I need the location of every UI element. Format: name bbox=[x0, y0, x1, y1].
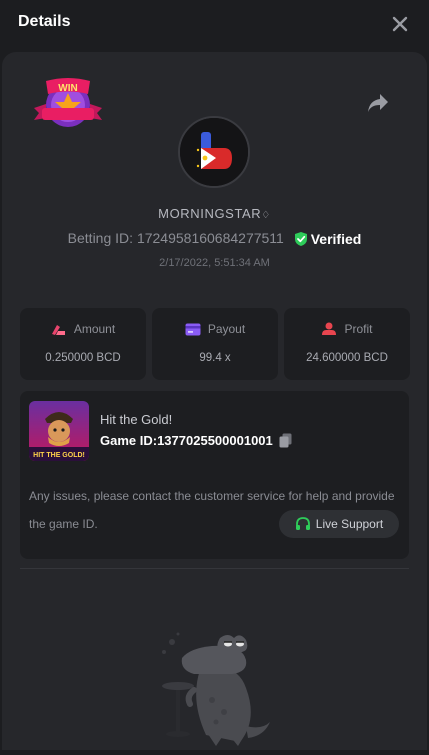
shield-check-icon bbox=[294, 232, 307, 247]
avatar bbox=[178, 116, 250, 188]
copy-icon[interactable] bbox=[279, 433, 292, 448]
stat-card-amount: Amount 0.250000 BCD bbox=[20, 308, 146, 380]
stat-value-profit: 24.600000 BCD bbox=[306, 352, 388, 364]
profit-icon bbox=[322, 322, 337, 335]
stat-label-profit: Profit bbox=[344, 322, 373, 336]
verified-label: Verified bbox=[310, 231, 362, 248]
stat-value-amount: 0.250000 BCD bbox=[45, 352, 121, 364]
header-bar: Details bbox=[0, 0, 429, 46]
page-title: Details bbox=[18, 13, 71, 30]
game-thumb-text: HIT THE GOLD! bbox=[33, 452, 85, 459]
game-thumbnail[interactable]: HIT THE GOLD! bbox=[29, 401, 89, 461]
amount-icon bbox=[51, 325, 65, 335]
verified-badge: Verified bbox=[294, 231, 362, 248]
betting-id-label: Betting ID: bbox=[67, 230, 134, 246]
username: MORNINGSTAR♢ bbox=[158, 206, 271, 221]
close-icon[interactable] bbox=[388, 12, 412, 36]
headset-icon bbox=[295, 517, 310, 530]
game-id-value: 1377025500001001 bbox=[157, 433, 273, 448]
game-card: HIT THE GOLD! Hit the Gold! Game ID: 137… bbox=[20, 391, 409, 559]
live-support-label: Live Support bbox=[315, 517, 384, 531]
win-badge-text: WIN bbox=[58, 83, 77, 94]
payout-card-icon bbox=[185, 323, 201, 335]
avatar-logo-icon bbox=[180, 118, 248, 186]
bet-timestamp: 2/17/2022, 5:51:34 AM bbox=[159, 257, 270, 269]
betting-id-value: 1724958160684277511 bbox=[136, 230, 284, 246]
live-support-button[interactable]: Live Support bbox=[279, 510, 399, 538]
username-text: MORNINGSTAR bbox=[158, 206, 262, 221]
game-id-label: Game ID: bbox=[100, 433, 158, 448]
win-badge-icon: WIN bbox=[32, 78, 104, 130]
game-name: Hit the Gold! bbox=[100, 412, 173, 427]
stat-label-amount: Amount bbox=[73, 322, 116, 336]
divider bbox=[20, 568, 409, 569]
share-icon[interactable] bbox=[366, 92, 390, 114]
stat-label-payout: Payout bbox=[207, 322, 246, 336]
game-id-line: Game ID: 1377025500001001 bbox=[100, 433, 292, 448]
stat-card-profit: Profit 24.600000 BCD bbox=[284, 308, 410, 380]
crocodile-mascot-icon bbox=[150, 630, 280, 750]
stat-value-payout: 99.4 x bbox=[199, 352, 231, 364]
betting-id-line: Betting ID: 1724958160684277511 Verified bbox=[0, 230, 429, 247]
stat-card-payout: Payout 99.4 x bbox=[152, 308, 278, 380]
